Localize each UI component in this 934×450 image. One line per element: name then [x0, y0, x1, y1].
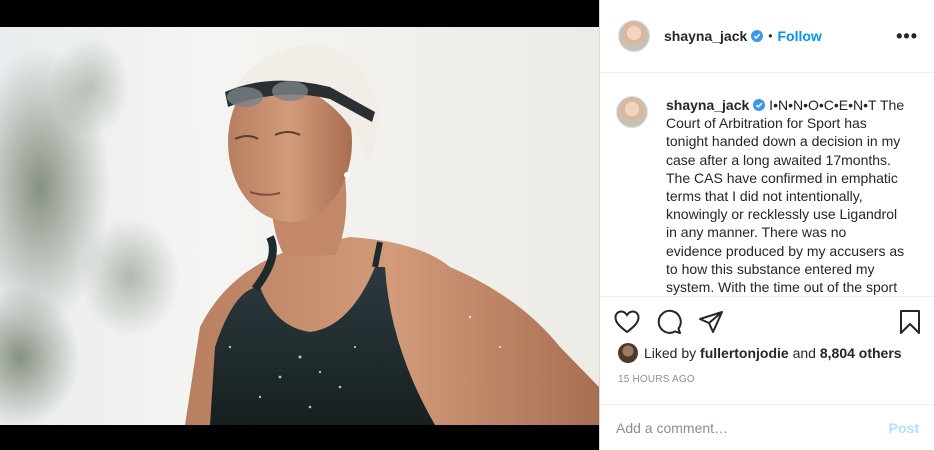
verified-badge-icon — [751, 30, 764, 42]
heart-icon[interactable] — [614, 309, 640, 334]
bookmark-icon[interactable] — [899, 309, 921, 335]
caption-text-block: shayna_jack I•N•N•O•C•E•N•T The Court of… — [666, 96, 906, 296]
swimmer-photo-illustration — [0, 37, 599, 425]
post-comment-button[interactable]: Post — [889, 420, 919, 436]
liker-avatar[interactable] — [618, 343, 638, 363]
likes-conjunction: and — [792, 345, 816, 361]
comment-bar: Post — [600, 404, 934, 450]
post-media-pane — [0, 0, 599, 450]
post-photo[interactable] — [0, 27, 599, 425]
header-separator: • — [768, 29, 773, 43]
verified-badge-icon — [753, 99, 766, 111]
caption-author-avatar[interactable] — [616, 96, 648, 128]
likes-prefix: Liked by — [644, 345, 697, 361]
caption-area: shayna_jack I•N•N•O•C•E•N•T The Court of… — [600, 74, 934, 296]
comment-input[interactable] — [616, 419, 889, 436]
post-timestamp[interactable]: 15 HOURS AGO — [618, 374, 695, 385]
likes-summary: Liked by fullertonjodie and 8,804 others — [618, 343, 902, 363]
post-side-panel: shayna_jack • Follow ••• shayna_jack I•N… — [599, 0, 934, 450]
more-options-icon[interactable]: ••• — [896, 26, 918, 47]
caption-body: I•N•N•O•C•E•N•T The Court of Arbitration… — [666, 97, 905, 296]
likes-others-count[interactable]: 8,804 others — [820, 345, 902, 361]
caption-username[interactable]: shayna_jack — [666, 97, 749, 113]
share-icon[interactable] — [698, 310, 724, 334]
author-username[interactable]: shayna_jack — [664, 28, 747, 44]
post-header: shayna_jack • Follow ••• — [600, 0, 934, 73]
comment-icon[interactable] — [656, 309, 682, 335]
author-avatar[interactable] — [618, 20, 650, 52]
action-bar — [600, 296, 934, 346]
liker-username[interactable]: fullertonjodie — [700, 345, 789, 361]
follow-button[interactable]: Follow — [778, 28, 822, 44]
